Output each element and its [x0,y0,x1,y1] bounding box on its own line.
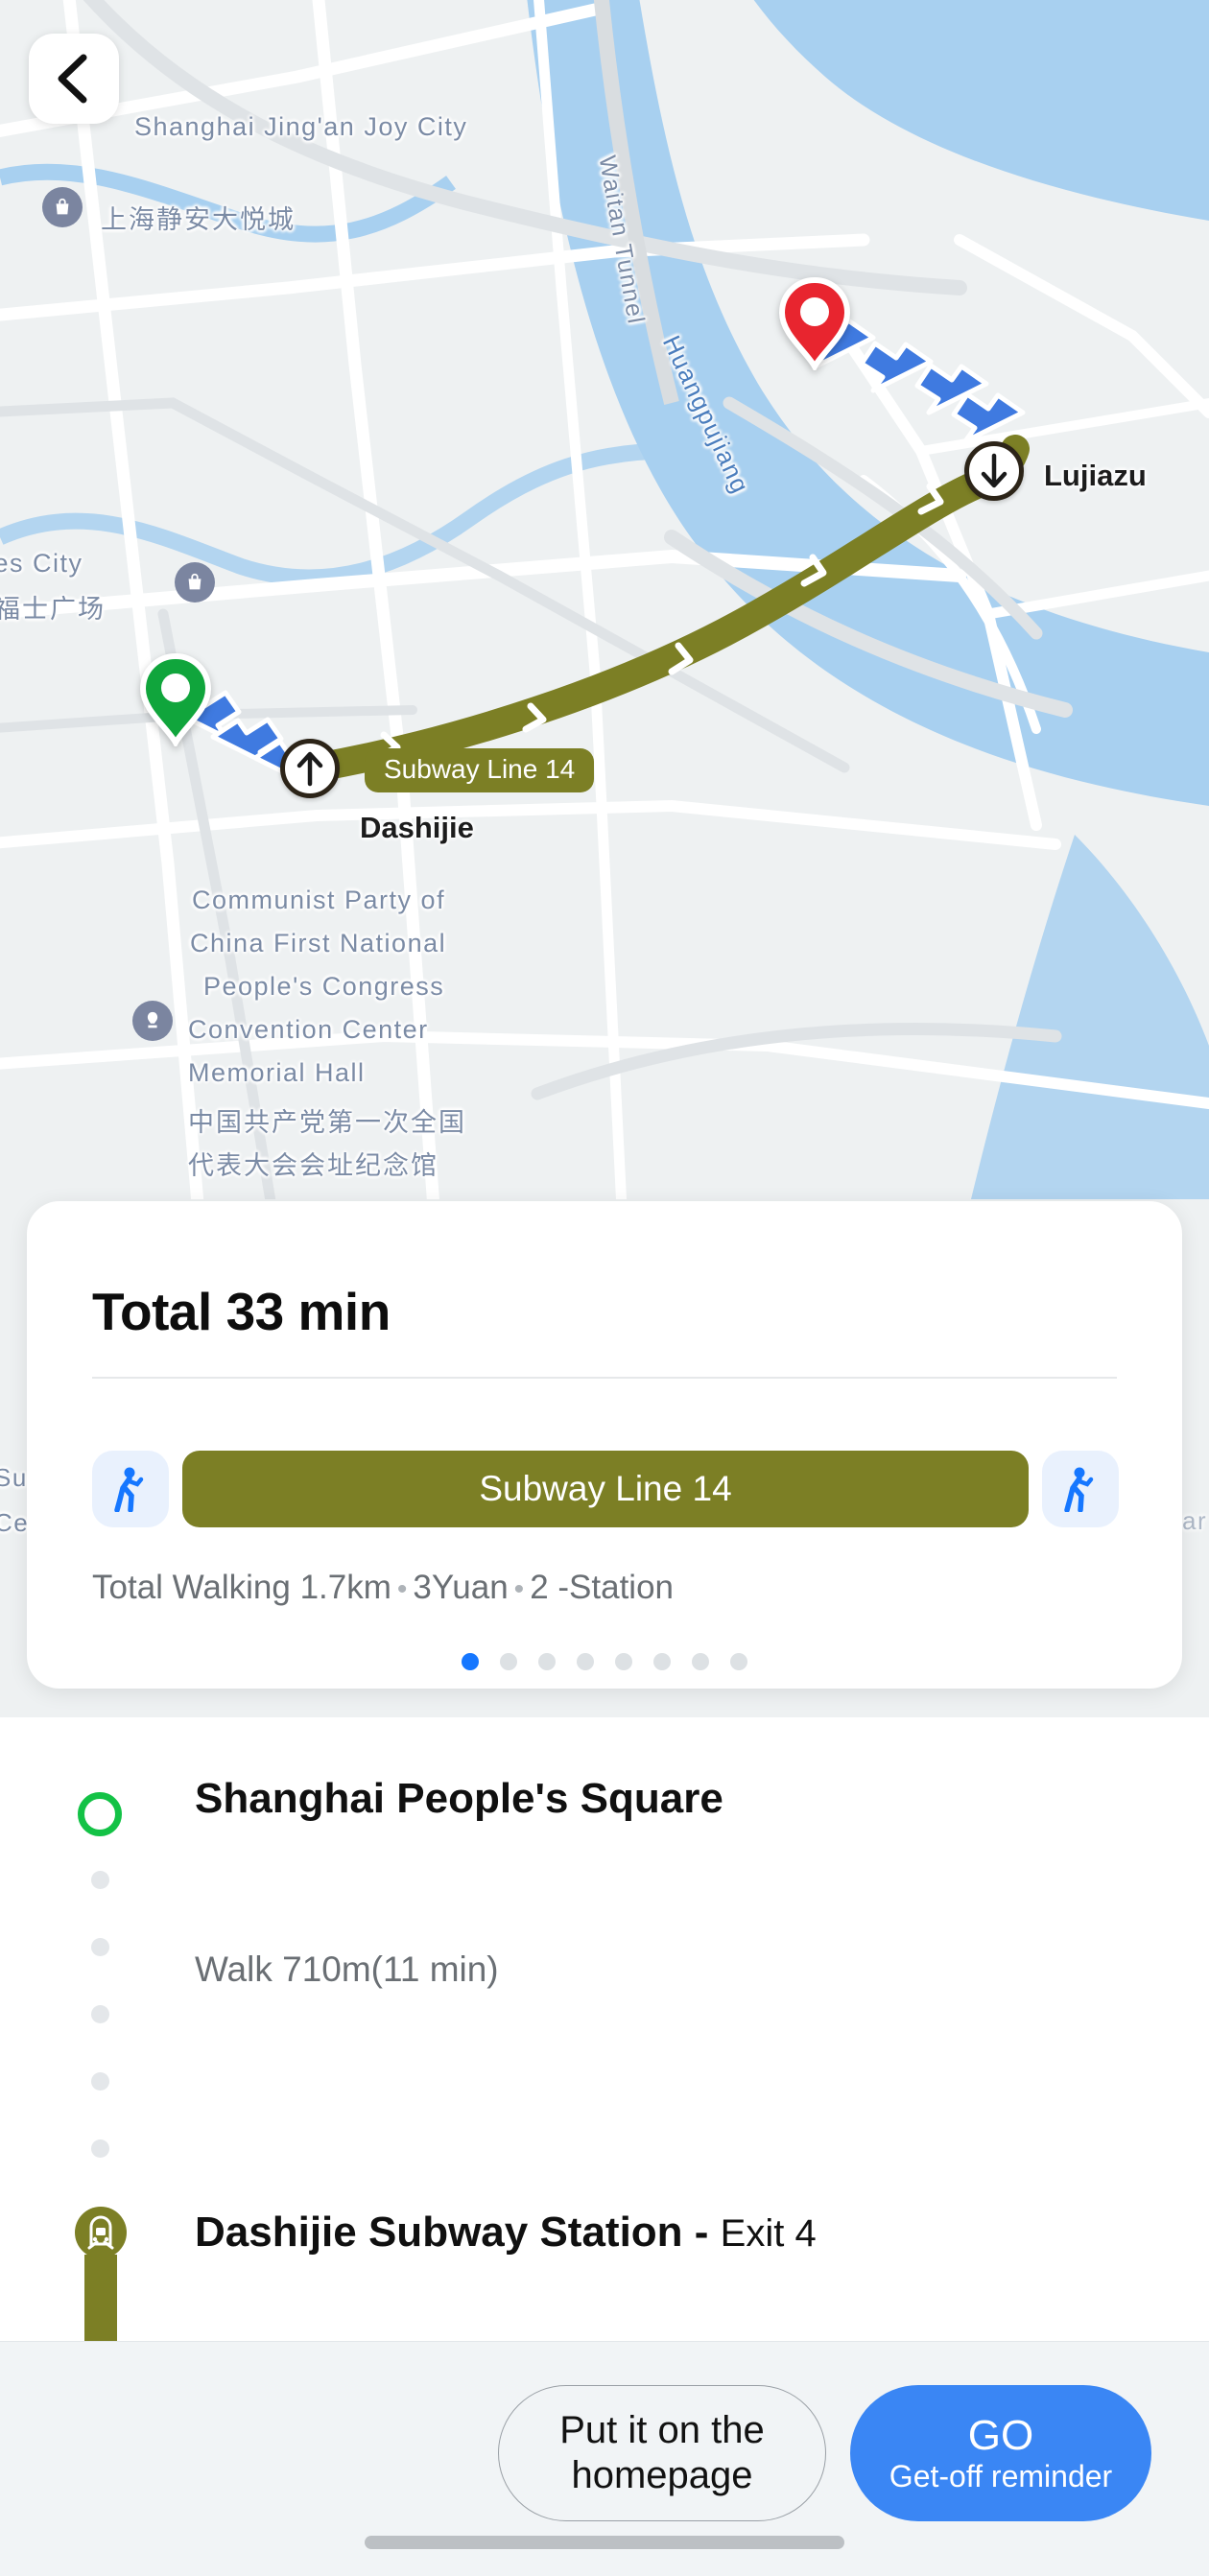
map-route-line-badge: Subway Line 14 [365,748,595,792]
poi-marker-memorial[interactable] [132,1001,173,1041]
bottom-action-bar: Put it on the homepage GO Get-off remind… [0,2341,1209,2576]
poi-marker-mall[interactable] [175,562,215,603]
pager-dot[interactable] [615,1653,632,1670]
alight-station-marker[interactable] [964,441,1024,501]
put-on-homepage-label: Put it on the homepage [559,2408,765,2496]
pager-dot[interactable] [730,1653,747,1670]
station-name-text: Dashijie Subway Station - [195,2209,721,2256]
destination-pin-red-icon [778,276,851,373]
board-station-marker[interactable] [280,739,340,798]
pager-dot[interactable] [577,1653,594,1670]
total-duration-text: Total 33 min [92,1282,391,1341]
destination-pin-marker[interactable] [777,276,852,373]
pager-dot[interactable] [500,1653,517,1670]
step-title-origin: Shanghai People's Square [195,1775,723,1822]
subway-train-icon [87,2215,114,2250]
route-meta-text: Total Walking 1.7km • 3Yuan • 2 -Station [92,1569,674,1607]
meta-walking: Total Walking 1.7km [92,1569,391,1606]
transit-line-bar[interactable]: Subway Line 14 [182,1451,1029,1527]
meta-sep-1: • [396,1573,408,1605]
go-button-sub-label: Get-off reminder [889,2459,1113,2493]
meta-sep-2: • [513,1573,525,1605]
pager-dot[interactable] [653,1653,671,1670]
pager-dot[interactable] [692,1653,709,1670]
go-button-main-label: GO [967,2412,1034,2459]
origin-pin-marker[interactable] [138,652,213,749]
subway-station-marker [75,2207,127,2258]
origin-marker-icon [78,1792,122,1836]
back-button[interactable] [29,34,119,124]
walk-dot [91,1871,109,1889]
walking-person-icon [1064,1467,1094,1512]
go-button[interactable]: GO Get-off reminder [850,2385,1151,2521]
transit-line-label: Subway Line 14 [479,1469,732,1508]
meta-stations: 2 -Station [530,1569,674,1606]
pager-dot[interactable] [538,1653,556,1670]
map-canvas[interactable]: Shanghai Jing'an Joy City 上海静安大悦城 Waitan… [0,0,1209,1247]
map-end-station-label: Lujiazu [1044,459,1147,492]
arrow-up-circle-icon [296,751,323,787]
put-on-homepage-button[interactable]: Put it on the homepage [498,2385,826,2521]
poi-marker-shopping[interactable] [42,187,83,227]
destination-pin-green-icon [139,652,212,749]
map-water-layer [0,0,1209,1247]
home-indicator[interactable] [365,2536,844,2549]
station-exit-text: Exit 4 [720,2212,817,2255]
step-title-station: Dashijie Subway Station - Exit 4 [195,2209,817,2257]
walk-segment-end[interactable] [1042,1451,1119,1527]
chevron-left-icon [58,54,87,104]
transit-mode-row: Subway Line 14 [92,1441,1119,1537]
walk-segment-start[interactable] [92,1451,169,1527]
walk-dot [91,1938,109,1956]
shopping-bag-icon [188,573,202,590]
walk-dot [91,2072,109,2091]
monument-icon [147,1011,158,1028]
meta-fare: 3Yuan [413,1569,509,1606]
card-divider [92,1377,1117,1379]
walk-dot [91,2139,109,2158]
itinerary-list[interactable]: Shanghai People's Square Walk 710m(11 mi… [0,1717,1209,2360]
shopping-bag-icon [56,198,69,215]
map-start-station-label: Dashijie [360,811,474,844]
route-pager-dots[interactable] [0,1653,1209,1674]
walk-dot [91,2005,109,2023]
walk-distance-text: Walk 710m(11 min) [195,1950,499,1989]
arrow-down-circle-icon [981,453,1008,488]
pager-dot[interactable] [462,1653,479,1670]
walking-person-icon [114,1467,144,1512]
route-summary-card[interactable]: Total 33 min Subway Line 14 Total Walkin… [27,1201,1182,1689]
